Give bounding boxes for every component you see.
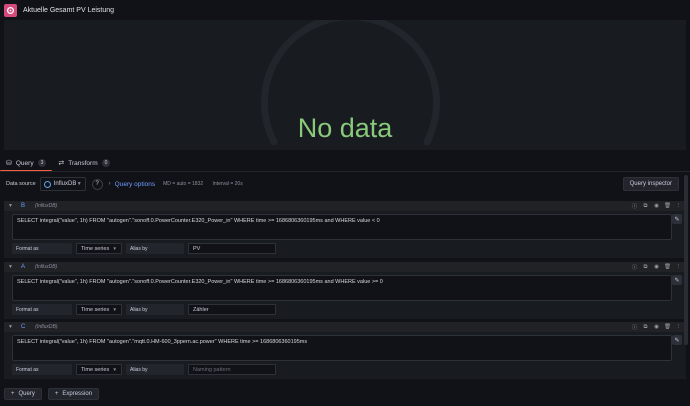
datasource-picker[interactable]: InfluxDB ▼	[39, 177, 86, 191]
query-datasource-name: (InfluxDB)	[35, 324, 58, 330]
tab-query-label: Query	[15, 159, 34, 167]
format-select[interactable]: Time series ▼	[76, 304, 122, 315]
chevron-down-icon: ▼	[76, 181, 82, 187]
collapse-icon[interactable]: ▼	[8, 203, 13, 209]
format-value: Time series	[81, 306, 110, 313]
add-query-label: Query	[18, 391, 35, 397]
query-editor[interactable]: SELECT integral("value", 1h) FROM "autog…	[12, 214, 672, 240]
format-as-label: Format as	[12, 243, 72, 254]
duplicate-icon[interactable]: ⧉	[642, 203, 649, 210]
query-options-toggle[interactable]: › Query options	[109, 181, 155, 188]
pencil-icon[interactable]: ✎	[672, 275, 682, 285]
max-data-points: MD = auto = 1832	[163, 181, 204, 187]
tab-query-count: 3	[37, 159, 47, 167]
tab-transform-count: 0	[101, 159, 111, 167]
query-datasource-name: (InfluxDB)	[34, 203, 58, 209]
alias-input[interactable]: Zähler	[188, 304, 276, 315]
query-options-meta: MD = auto = 1832 Interval = 20s	[163, 181, 251, 187]
help-icon[interactable]: ⓘ	[631, 324, 638, 331]
chevron-down-icon: ▼	[112, 307, 117, 312]
grafana-logo-icon[interactable]	[4, 3, 17, 17]
query-format-options: Format as Time series ▼ Alias by Zähler	[12, 304, 276, 315]
editor-tabs: ⛁ Query 3 ⇄ Transform 0	[0, 156, 690, 172]
query-row: ▼ A (InfluxDB) ⓘ ⧉ ◉ 🗑 ⋮ SELECT integral…	[4, 262, 686, 319]
no-data-text: No data	[297, 113, 393, 143]
transform-icon: ⇄	[58, 160, 65, 167]
format-value: Time series	[81, 366, 110, 373]
alias-input[interactable]: Naming pattern	[188, 364, 276, 375]
chevron-right-icon: ›	[108, 181, 111, 187]
add-expression-button[interactable]: + Expression	[47, 388, 100, 400]
query-format-options: Format as Time series ▼ Alias by PV	[12, 243, 276, 254]
query-row: ▼ C (InfluxDB) ⓘ ⧉ ◉ 🗑 ⋮ SELECT integral…	[4, 322, 686, 379]
alias-by-label: Alias by	[126, 304, 184, 315]
help-icon[interactable]: ⓘ	[631, 264, 638, 271]
query-editor[interactable]: SELECT integral("value", 1h) FROM "autog…	[12, 335, 672, 361]
format-as-label: Format as	[12, 304, 72, 315]
query-datasource-name: (InfluxDB)	[34, 264, 58, 270]
database-icon: ⛁	[6, 160, 12, 167]
trash-icon[interactable]: 🗑	[664, 203, 671, 210]
datasource-help-button[interactable]: ?	[91, 178, 103, 190]
alias-input[interactable]: PV	[188, 243, 276, 254]
duplicate-icon[interactable]: ⧉	[642, 324, 649, 331]
format-select[interactable]: Time series ▼	[76, 364, 122, 375]
eye-icon[interactable]: ◉	[653, 264, 660, 271]
scrollbar[interactable]	[684, 175, 688, 345]
collapse-icon[interactable]: ▼	[8, 264, 13, 270]
drag-handle-icon[interactable]: ⋮	[675, 324, 682, 331]
query-header: ▼ A (InfluxDB) ⓘ ⧉ ◉ 🗑 ⋮	[4, 262, 686, 272]
query-ref-id[interactable]: A	[21, 264, 25, 270]
alias-by-label: Alias by	[126, 364, 184, 375]
eye-icon[interactable]: ◉	[653, 324, 660, 331]
query-actions: ⓘ ⧉ ◉ 🗑 ⋮	[631, 324, 682, 332]
datasource-label: Data source	[6, 181, 36, 187]
query-options-label: Query options	[114, 180, 156, 188]
add-query-button[interactable]: + Query	[4, 388, 42, 400]
chevron-down-icon: ▼	[112, 367, 117, 372]
influxdb-icon	[43, 180, 51, 188]
query-ref-id[interactable]: C	[21, 324, 25, 330]
duplicate-icon[interactable]: ⧉	[642, 264, 649, 271]
query-format-options: Format as Time series ▼ Alias by Naming …	[12, 364, 276, 375]
pencil-icon[interactable]: ✎	[672, 335, 682, 345]
add-buttons: + Query + Expression	[4, 388, 100, 400]
query-ref-id[interactable]: B	[21, 203, 25, 209]
tab-transform-label: Transform	[68, 159, 98, 167]
query-inspector-button[interactable]: Query inspector	[622, 177, 679, 191]
query-header: ▼ C (InfluxDB) ⓘ ⧉ ◉ 🗑 ⋮	[4, 322, 686, 332]
query-header: ▼ B (InfluxDB) ⓘ ⧉ ◉ 🗑 ⋮	[4, 201, 686, 211]
help-icon[interactable]: ⓘ	[631, 203, 638, 210]
query-editor[interactable]: SELECT integral("value", 1h) FROM "autog…	[12, 275, 672, 301]
trash-icon[interactable]: 🗑	[664, 324, 671, 331]
drag-handle-icon[interactable]: ⋮	[675, 203, 682, 210]
format-value: Time series	[81, 245, 110, 252]
chevron-down-icon: ▼	[112, 246, 117, 251]
query-actions: ⓘ ⧉ ◉ 🗑 ⋮	[631, 203, 682, 211]
plus-icon: +	[11, 391, 15, 397]
panel-header: Aktuelle Gesamt PV Leistung	[0, 0, 690, 20]
plus-icon: +	[54, 391, 59, 397]
format-select[interactable]: Time series ▼	[76, 243, 122, 254]
trash-icon[interactable]: 🗑	[664, 264, 671, 271]
panel-title: Aktuelle Gesamt PV Leistung	[23, 6, 115, 14]
collapse-icon[interactable]: ▼	[8, 324, 13, 330]
tab-divider	[0, 171, 690, 172]
format-as-label: Format as	[12, 364, 72, 375]
add-expression-label: Expression	[62, 391, 93, 397]
pencil-icon[interactable]: ✎	[672, 214, 682, 224]
panel-preview: No data	[4, 20, 686, 150]
datasource-row: Data source InfluxDB ▼ ? › Query options…	[0, 175, 690, 193]
grafana-panel-editor: Aktuelle Gesamt PV Leistung No data ⛁ Qu…	[0, 0, 690, 406]
tab-query[interactable]: ⛁ Query 3	[0, 156, 53, 172]
eye-icon[interactable]: ◉	[653, 203, 660, 210]
query-row: ▼ B (InfluxDB) ⓘ ⧉ ◉ 🗑 ⋮ SELECT integral…	[4, 201, 686, 258]
interval-value: Interval = 20s	[212, 181, 243, 187]
datasource-selected: InfluxDB	[53, 181, 77, 187]
tab-transform[interactable]: ⇄ Transform 0	[52, 156, 116, 170]
help-icon: ?	[95, 181, 99, 187]
alias-by-label: Alias by	[126, 243, 184, 254]
drag-handle-icon[interactable]: ⋮	[675, 264, 682, 271]
query-actions: ⓘ ⧉ ◉ 🗑 ⋮	[631, 264, 682, 272]
